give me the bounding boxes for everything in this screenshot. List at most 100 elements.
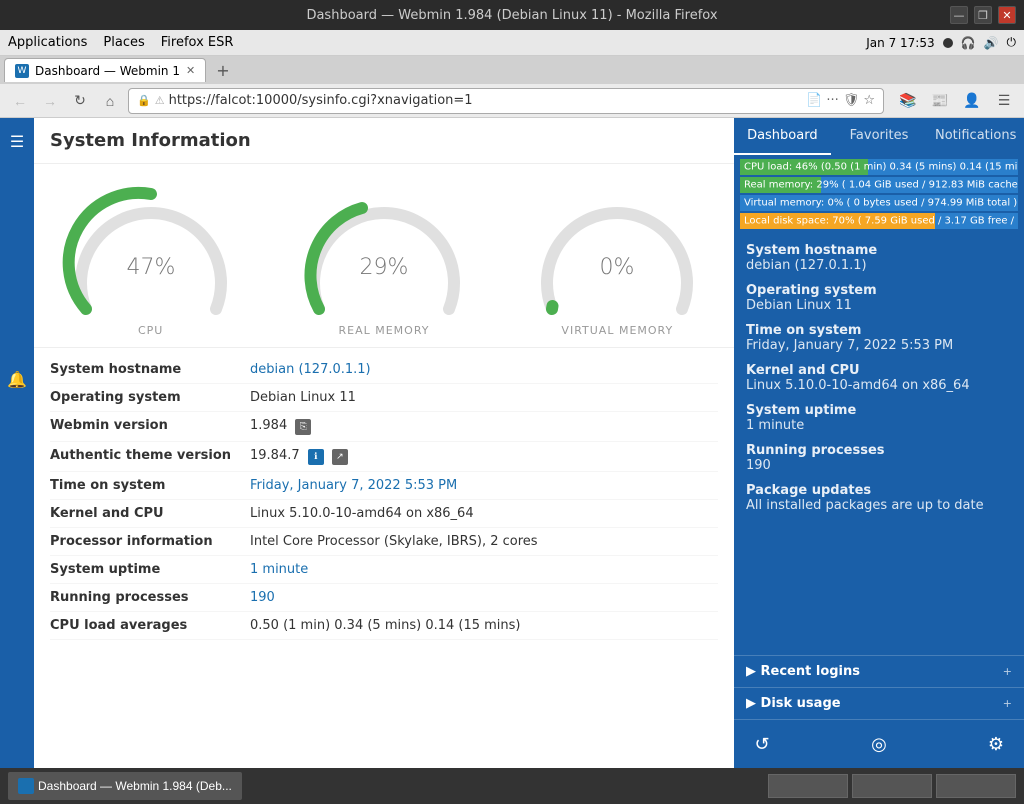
row-label-processes: Running processes bbox=[50, 590, 250, 605]
taskbar-input-area bbox=[768, 774, 1016, 798]
tray-icon-2: 🔊 bbox=[984, 36, 999, 50]
cpu-gauge-svg: 47% bbox=[61, 174, 241, 334]
taskbar-input-2[interactable] bbox=[852, 774, 932, 798]
sidebar-updates-label: Package updates bbox=[746, 483, 1012, 498]
row-value-webmin: 1.984 ⎘ bbox=[250, 418, 311, 435]
svg-text:0%: 0% bbox=[600, 255, 635, 280]
title-bar: Dashboard — Webmin 1.984 (Debian Linux 1… bbox=[0, 0, 1024, 30]
taskbar: Dashboard — Webmin 1.984 (Deb... bbox=[0, 768, 1024, 804]
profile-icon[interactable]: 👤 bbox=[960, 89, 984, 113]
cpu-status-bar: CPU load: 46% (0.50 (1 min) 0.34 (5 mins… bbox=[740, 159, 1018, 175]
notification-bell[interactable]: 🔔 bbox=[1, 364, 33, 396]
table-row: System uptime 1 minute bbox=[50, 556, 718, 584]
cpu-label: CPU bbox=[138, 324, 163, 337]
url-more-button[interactable]: ··· bbox=[826, 93, 838, 108]
hamburger-menu[interactable]: ☰ bbox=[1, 126, 33, 158]
url-display[interactable]: https://falcot:10000/sysinfo.cgi?xnaviga… bbox=[169, 93, 803, 108]
window-title: Dashboard — Webmin 1.984 (Debian Linux 1… bbox=[306, 8, 717, 23]
home-button[interactable]: ⌂ bbox=[98, 89, 122, 113]
menu-applications[interactable]: Applications bbox=[8, 35, 87, 50]
disk-bar-text: Local disk space: 70% ( 7.59 GiB used / … bbox=[744, 216, 1018, 227]
row-value-loadavg: 0.50 (1 min) 0.34 (5 mins) 0.14 (15 mins… bbox=[250, 618, 521, 633]
sidebar-bottom: ↺ ◎ ⚙ bbox=[734, 719, 1024, 768]
info-icon[interactable]: ℹ bbox=[308, 449, 324, 465]
reader-icon[interactable]: 📄 bbox=[806, 93, 822, 108]
close-button[interactable]: ✕ bbox=[998, 6, 1016, 24]
tray-dot bbox=[943, 38, 953, 48]
real-memory-bar-text: Real memory: 29% ( 1.04 GiB used / 912.8… bbox=[744, 180, 1018, 191]
virtual-memory-bar-text: Virtual memory: 0% ( 0 bytes used / 974.… bbox=[744, 198, 1017, 209]
minimize-button[interactable]: — bbox=[950, 6, 968, 24]
taskbar-app-icon bbox=[18, 778, 34, 794]
menu-places[interactable]: Places bbox=[103, 35, 144, 50]
maximize-button[interactable]: ❐ bbox=[974, 6, 992, 24]
toolbar-icons: 📚 📰 👤 ☰ bbox=[896, 89, 1016, 113]
row-label-hostname: System hostname bbox=[50, 362, 250, 377]
disk-bar-bg: Local disk space: 70% ( 7.59 GiB used / … bbox=[740, 213, 1018, 229]
row-value-processes[interactable]: 190 bbox=[250, 590, 275, 605]
row-value-uptime[interactable]: 1 minute bbox=[250, 562, 308, 577]
settings-button[interactable]: ⚙ bbox=[980, 728, 1012, 760]
cpu-bar-text: CPU load: 46% (0.50 (1 min) 0.34 (5 mins… bbox=[744, 162, 1018, 173]
taskbar-input-3[interactable] bbox=[936, 774, 1016, 798]
row-value-os: Debian Linux 11 bbox=[250, 390, 356, 405]
table-row: Webmin version 1.984 ⎘ bbox=[50, 412, 718, 442]
sidebar-os-value: Debian Linux 11 bbox=[746, 298, 1012, 313]
sidebar-item-kernel: Kernel and CPU Linux 5.10.0-10-amd64 on … bbox=[746, 363, 1012, 393]
url-input-wrap[interactable]: 🔒 ⚠ https://falcot:10000/sysinfo.cgi?xna… bbox=[128, 88, 884, 114]
new-tab-button[interactable]: + bbox=[210, 61, 235, 80]
forward-button[interactable]: → bbox=[38, 89, 62, 113]
window-controls: — ❐ ✕ bbox=[950, 6, 1016, 24]
sidebar-info: System hostname debian (127.0.1.1) Opera… bbox=[734, 235, 1024, 655]
recent-logins-expand[interactable]: + bbox=[1003, 665, 1012, 678]
sidebar-section-recent-logins[interactable]: ▶ Recent logins + bbox=[734, 655, 1024, 687]
row-value-hostname[interactable]: debian (127.0.1.1) bbox=[250, 362, 371, 377]
row-label-processor: Processor information bbox=[50, 534, 250, 549]
reload-button[interactable]: ↻ bbox=[68, 89, 92, 113]
bookmark-icon[interactable]: ☆ bbox=[863, 93, 875, 108]
sidebar-kernel-label: Kernel and CPU bbox=[746, 363, 1012, 378]
system-time-area: Jan 7 17:53 🎧 🔊 ⏻ bbox=[866, 35, 1016, 50]
table-row: Authentic theme version 19.84.7 ℹ ↗ bbox=[50, 442, 718, 472]
row-value-processor: Intel Core Processor (Skylake, IBRS), 2 … bbox=[250, 534, 538, 549]
sidebar-time-label: Time on system bbox=[746, 323, 1012, 338]
sidebar-item-time: Time on system Friday, January 7, 2022 5… bbox=[746, 323, 1012, 353]
power-icon[interactable]: ⏻ bbox=[1007, 35, 1017, 50]
disk-usage-expand[interactable]: + bbox=[1003, 697, 1012, 710]
menu-icon[interactable]: ☰ bbox=[992, 89, 1016, 113]
datetime-display: Jan 7 17:53 bbox=[866, 36, 934, 50]
sidebar-icon[interactable]: 📰 bbox=[928, 89, 952, 113]
tab-dashboard[interactable]: W Dashboard — Webmin 1 ✕ bbox=[4, 58, 206, 82]
sidebar-tab-notifications[interactable]: Notifications bbox=[927, 118, 1024, 155]
left-toolbar: ☰ 🔔 bbox=[0, 118, 34, 768]
back-button[interactable]: ← bbox=[8, 89, 32, 113]
row-value-kernel: Linux 5.10.0-10-amd64 on x86_64 bbox=[250, 506, 474, 521]
sidebar-tab-favorites[interactable]: Favorites bbox=[831, 118, 928, 155]
settings-alt-button[interactable]: ◎ bbox=[863, 728, 895, 760]
menu-firefox-esr[interactable]: Firefox ESR bbox=[161, 35, 234, 50]
sidebar-tab-dashboard[interactable]: Dashboard bbox=[734, 118, 831, 155]
library-icon[interactable]: 📚 bbox=[896, 89, 920, 113]
vmem-gauge-svg: 0% bbox=[527, 174, 707, 334]
sidebar-hostname-value: debian (127.0.1.1) bbox=[746, 258, 1012, 273]
taskbar-app-button[interactable]: Dashboard — Webmin 1.984 (Deb... bbox=[8, 772, 242, 800]
sidebar-item-uptime: System uptime 1 minute bbox=[746, 403, 1012, 433]
refresh-button[interactable]: ↺ bbox=[746, 728, 778, 760]
taskbar-input-1[interactable] bbox=[768, 774, 848, 798]
disk-status-bar: Local disk space: 70% ( 7.59 GiB used / … bbox=[740, 213, 1018, 229]
tray-icon-1: 🎧 bbox=[961, 36, 976, 50]
virtual-memory-bar-bg: Virtual memory: 0% ( 0 bytes used / 974.… bbox=[740, 195, 1018, 211]
link-icon[interactable]: ↗ bbox=[332, 449, 348, 465]
row-label-time: Time on system bbox=[50, 478, 250, 493]
shield-icon[interactable]: 🛡 bbox=[843, 93, 860, 108]
row-value-time[interactable]: Friday, January 7, 2022 5:53 PM bbox=[250, 478, 457, 493]
vmem-label: VIRTUAL MEMORY bbox=[561, 324, 673, 337]
gauges-area: 47% CPU 29% REAL MEMORY bbox=[34, 164, 734, 348]
sidebar-kernel-value: Linux 5.10.0-10-amd64 on x86_64 bbox=[746, 378, 1012, 393]
copy-icon[interactable]: ⎘ bbox=[295, 419, 311, 435]
tab-favicon: W bbox=[15, 64, 29, 78]
sidebar-section-disk-usage[interactable]: ▶ Disk usage + bbox=[734, 687, 1024, 719]
sidebar-os-label: Operating system bbox=[746, 283, 1012, 298]
tab-close-button[interactable]: ✕ bbox=[186, 64, 195, 77]
sidebar-uptime-label: System uptime bbox=[746, 403, 1012, 418]
